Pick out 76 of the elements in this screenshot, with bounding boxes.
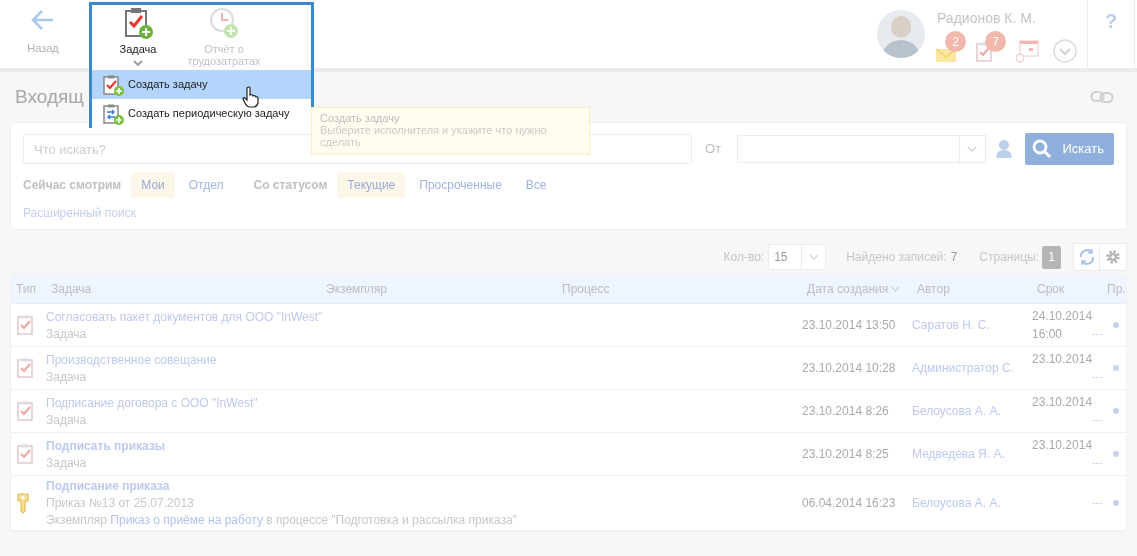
task-title-link[interactable]: Подписание договора с ООО "InWest": [46, 395, 258, 410]
clock-plus-icon: [209, 7, 239, 39]
author-link[interactable]: Саратов Н. С.: [912, 318, 990, 332]
created-date: 23.10.2014 8:25: [802, 447, 889, 461]
view-filter-tab[interactable]: Мои: [131, 172, 175, 198]
due-date: 23.10.2014: [1032, 351, 1093, 368]
from-combobox[interactable]: [737, 135, 986, 163]
clipboard-plus-icon: [123, 7, 153, 39]
task-count-badge: 7: [985, 31, 1006, 52]
search-button[interactable]: Искать: [1025, 133, 1114, 165]
author-link[interactable]: Администратор С.: [912, 361, 1014, 375]
page-button[interactable]: 1: [1042, 245, 1061, 269]
user-avatar[interactable]: [877, 10, 925, 58]
help-button[interactable]: ?: [1104, 6, 1118, 32]
settings-icon: [1105, 249, 1121, 265]
due-dash: ---: [1092, 327, 1102, 341]
person-icon[interactable]: [994, 139, 1013, 159]
clipboard-plus-icon: [102, 73, 124, 96]
due-dash: ---: [1092, 456, 1102, 470]
author-link[interactable]: Белоусова А. А.: [912, 404, 1001, 418]
user-name: Радионов К. М.: [937, 9, 1037, 28]
status-filter-tab[interactable]: Текущие: [337, 172, 406, 198]
from-label: От: [705, 140, 722, 159]
page-title: Входящ: [15, 84, 84, 109]
key-icon: [16, 492, 30, 514]
chevron-down-circle-icon[interactable]: [1053, 39, 1077, 63]
envelope-icon[interactable]: [935, 47, 957, 63]
view-label: Сейчас смотрим: [23, 177, 122, 194]
task-title-link[interactable]: Производственное совещание: [46, 352, 217, 367]
column-header[interactable]: Пр.: [1102, 280, 1129, 298]
hand-cursor-icon: [242, 86, 260, 108]
instance-link[interactable]: Приказ о приёме на работу: [110, 513, 263, 527]
view-filter-tab[interactable]: Отдел: [178, 172, 234, 198]
due-date: 23.10.2014: [1032, 437, 1093, 454]
due-time: 16:00: [1032, 326, 1063, 343]
column-header[interactable]: Тип: [11, 280, 46, 298]
author-link[interactable]: Белоусова А. А.: [912, 496, 1001, 510]
due-dash: ---: [1092, 370, 1102, 384]
chevron-down-icon: [808, 254, 819, 260]
link-icon[interactable]: [1090, 90, 1114, 104]
chevron-down-icon: [133, 60, 143, 66]
back-arrow-icon: [31, 8, 55, 32]
column-header[interactable]: Процесс: [557, 280, 802, 298]
column-header[interactable]: Автор: [912, 280, 1032, 298]
due-date: 24.10.2014: [1032, 308, 1093, 325]
column-header[interactable]: Экземпляр: [246, 280, 557, 298]
column-header[interactable]: Срок: [1032, 280, 1102, 298]
created-date: 23.10.2014 10:28: [802, 361, 896, 375]
author-link[interactable]: Медведева Я. А.: [912, 447, 1005, 461]
search-icon: [1032, 139, 1053, 159]
chevron-down-icon: [967, 146, 978, 152]
task-title-link[interactable]: Подписание приказа: [46, 479, 170, 493]
page-size-select[interactable]: 15: [768, 244, 827, 270]
create-menu-item[interactable]: Создать задачу: [92, 70, 311, 99]
mail-count-badge: 2: [945, 31, 966, 52]
status-filter-tab[interactable]: Просроченные: [409, 172, 512, 198]
column-header[interactable]: Задача: [46, 280, 246, 298]
task-title-link[interactable]: Согласовать пакет документов для ООО "InWest": [46, 309, 323, 324]
found-count: 7: [950, 249, 958, 266]
advanced-search-link[interactable]: Расширенный поиск: [23, 204, 136, 222]
refresh-icon: [1077, 248, 1096, 266]
column-header[interactable]: Дата создания: [802, 280, 912, 298]
create-menu-toolbar-button[interactable]: Задача: [95, 5, 181, 70]
created-date: 06.04.2014 16:23: [802, 496, 896, 510]
clipboard-cycle-icon: [102, 102, 124, 125]
calendar-icon[interactable]: [1015, 39, 1039, 63]
status-filter-tab[interactable]: Все: [515, 172, 557, 198]
status-label: Со статусом: [253, 177, 328, 194]
due-dash: ---: [1092, 496, 1102, 510]
tooltip-title: Создать задачу: [320, 112, 401, 124]
due-dash: ---: [1092, 413, 1102, 427]
created-date: 23.10.2014 13:50: [802, 318, 896, 332]
due-date: 23.10.2014: [1032, 394, 1093, 411]
created-date: 23.10.2014 8:26: [802, 404, 889, 418]
task-title-link[interactable]: Подписать приказы: [46, 438, 166, 453]
back-button[interactable]: Назад: [10, 0, 76, 57]
